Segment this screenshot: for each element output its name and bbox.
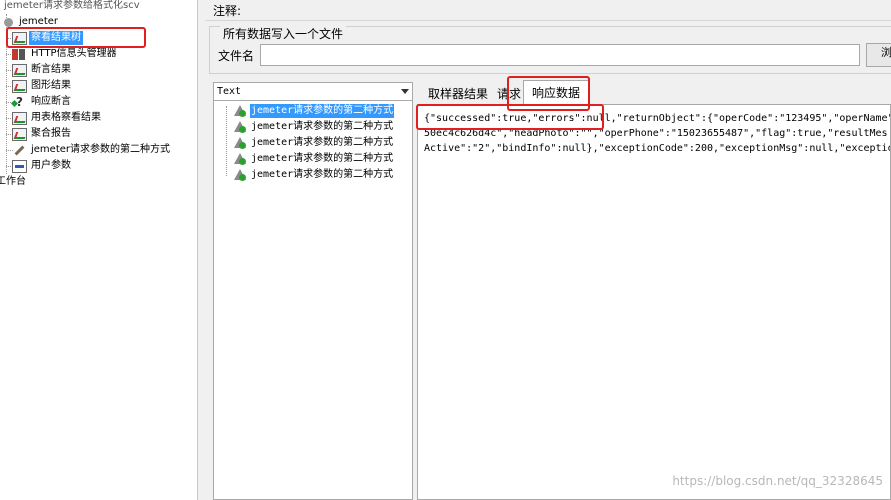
tree-item-label: 图形结果 xyxy=(31,80,71,91)
tree-item-label: 断言结果 xyxy=(31,64,71,75)
tree-item-http-header-manager[interactable]: HTTP信息头管理器 xyxy=(12,46,119,62)
tree-item-graph-results[interactable]: 图形结果 xyxy=(12,78,73,94)
listener-icon xyxy=(12,79,27,93)
tree-item-label: jemeter请求参数的第二种方式 xyxy=(31,144,171,155)
sample-success-icon xyxy=(233,121,247,133)
config-icon xyxy=(12,159,27,173)
listener-icon xyxy=(12,127,27,141)
tree-item-http-sampler[interactable]: jemeter请求参数的第二种方式 xyxy=(12,142,172,158)
tree-item-user-parameters[interactable]: 用户参数 xyxy=(12,158,73,174)
tree-workbench-label: 工作台 xyxy=(0,176,26,187)
listener-icon xyxy=(12,63,27,77)
tree-item-label: 用户参数 xyxy=(31,160,71,171)
response-line: Active":"2","bindInfo":null},"exceptionC… xyxy=(424,143,891,154)
sample-success-icon xyxy=(233,169,247,181)
chevron-down-icon[interactable] xyxy=(401,89,409,94)
renderer-select-value: Text xyxy=(217,86,242,97)
sample-success-icon xyxy=(233,137,247,149)
result-row-label: jemeter请求参数的第二种方式 xyxy=(251,137,394,148)
tree-root-node[interactable]: jemeter请求参数给格式化scv xyxy=(2,0,142,14)
annotation-box-tree-item xyxy=(6,27,146,48)
result-row-label: jemeter请求参数的第二种方式 xyxy=(251,153,394,164)
result-row[interactable]: jemeter请求参数的第二种方式 xyxy=(233,119,394,135)
result-row[interactable]: jemeter请求参数的第二种方式 xyxy=(233,151,394,167)
tree-item-aggregate-report[interactable]: 聚合报告 xyxy=(12,126,73,142)
browse-button[interactable]: 浏 xyxy=(866,43,891,67)
assertion-icon xyxy=(12,95,27,109)
result-row-label: jemeter请求参数的第二种方式 xyxy=(250,104,395,118)
sample-success-icon xyxy=(233,105,247,117)
tree-item-response-assertion[interactable]: 响应断言 xyxy=(12,94,73,110)
result-row[interactable]: jemeter请求参数的第二种方式 xyxy=(233,103,395,119)
pencil-icon xyxy=(12,144,27,157)
tree-item-view-results-table[interactable]: 用表格察看结果 xyxy=(12,110,103,126)
http-header-icon xyxy=(12,48,27,61)
comment-label: 注释: xyxy=(213,4,242,18)
result-detail-panel: 取样器结果 请求 响应数据 {"successed":true,"errors"… xyxy=(417,78,891,500)
tree-item-label: 用表格察看结果 xyxy=(31,112,101,123)
tab-sampler-result[interactable]: 取样器结果 xyxy=(421,84,495,104)
result-row[interactable]: jemeter请求参数的第二种方式 xyxy=(233,135,394,151)
test-plan-tree: jemeter请求参数给格式化scv jemeter 察看结果树 HTTP信息头… xyxy=(0,0,198,500)
tree-item-assertion-results[interactable]: 断言结果 xyxy=(12,62,73,78)
tree-item-label: 聚合报告 xyxy=(31,128,71,139)
tree-root-label: jemeter请求参数给格式化scv xyxy=(4,0,140,11)
filename-label: 文件名 xyxy=(218,49,255,63)
tree-item-label: 响应断言 xyxy=(31,96,71,107)
write-to-file-title: 所有数据写入一个文件 xyxy=(220,25,347,42)
tree-workbench-node[interactable]: 工作台 xyxy=(0,174,28,190)
listener-icon xyxy=(12,111,27,125)
test-plan-icon xyxy=(4,17,13,27)
write-to-file-group: 所有数据写入一个文件 文件名 浏 xyxy=(209,25,891,74)
tree-item-label: HTTP信息头管理器 xyxy=(31,48,117,59)
filename-input[interactable] xyxy=(260,44,860,66)
watermark: https://blog.csdn.net/qq_32328645 xyxy=(672,474,883,488)
response-data-view[interactable]: {"successed":true,"errors":null,"returnO… xyxy=(417,104,891,500)
result-row-label: jemeter请求参数的第二种方式 xyxy=(251,121,394,132)
annotation-box-response-success xyxy=(416,104,604,130)
result-row[interactable]: jemeter请求参数的第二种方式 xyxy=(233,167,394,183)
sample-success-icon xyxy=(233,153,247,165)
renderer-select[interactable]: Text xyxy=(214,83,412,101)
result-row-label: jemeter请求参数的第二种方式 xyxy=(251,169,394,180)
